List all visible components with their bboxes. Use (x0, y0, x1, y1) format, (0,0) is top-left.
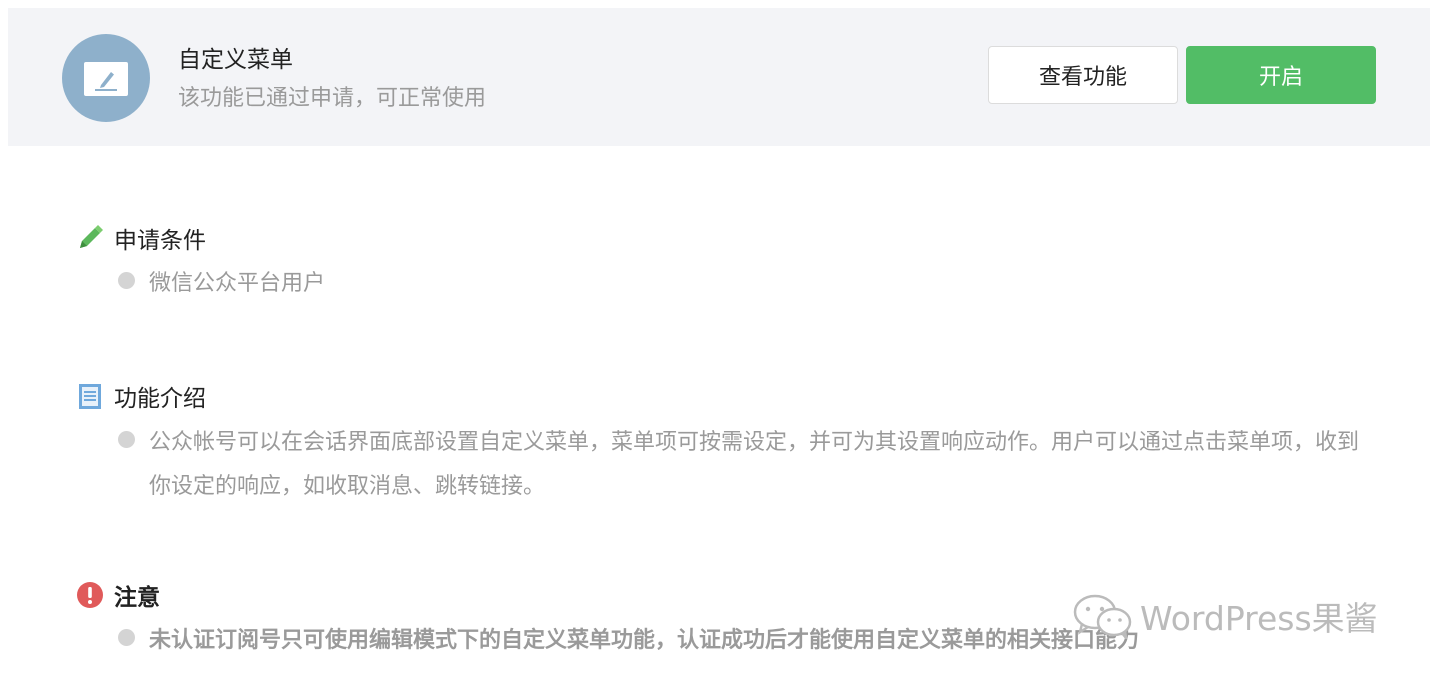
bullet-dot (118, 431, 135, 448)
intro-section: 功能介绍 (76, 378, 206, 414)
list-item: 未认证订阅号只可使用编辑模式下的自定义菜单功能，认证成功后才能使用自定义菜单的相… (118, 619, 1139, 663)
intro-text: 公众帐号可以在会话界面底部设置自定义菜单，菜单项可按需设定，并可为其设置响应动作… (149, 430, 1360, 499)
watermark-text: WordPress果酱 (1140, 599, 1378, 638)
document-icon (76, 382, 104, 410)
exclamation-icon (76, 581, 104, 609)
notice-text: 未认证订阅号只可使用编辑模式下的自定义菜单功能，认证成功后才能使用自定义菜单的相… (149, 628, 1140, 653)
notice-section: 注意 (76, 577, 160, 613)
intro-title: 功能介绍 (114, 386, 206, 412)
feature-title: 自定义菜单 (178, 47, 293, 73)
feature-avatar (62, 34, 150, 122)
conditions-title: 申请条件 (114, 228, 206, 254)
watermark: WordPress果酱 (1072, 592, 1378, 640)
menu-edit-icon (84, 62, 128, 96)
pencil-icon (76, 224, 104, 252)
feature-status: 该功能已通过申请，可正常使用 (178, 86, 487, 111)
bullet-dot (118, 629, 135, 646)
bullet-dot (118, 272, 135, 289)
enable-button[interactable]: 开启 (1186, 46, 1376, 104)
list-item: 微信公众平台用户 (118, 262, 325, 306)
view-feature-button[interactable]: 查看功能 (988, 46, 1178, 104)
conditions-section: 申请条件 (76, 220, 206, 256)
wechat-icon (1073, 594, 1132, 639)
feature-header: 自定义菜单 该功能已通过申请，可正常使用 查看功能 开启 (8, 8, 1430, 146)
condition-text: 微信公众平台用户 (149, 271, 326, 296)
notice-title: 注意 (114, 585, 160, 611)
list-item: 公众帐号可以在会话界面底部设置自定义菜单，菜单项可按需设定，并可为其设置响应动作… (118, 421, 1364, 509)
